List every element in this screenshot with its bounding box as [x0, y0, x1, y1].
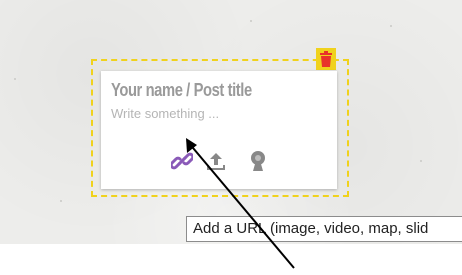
- annotation-arrow: [186, 138, 295, 269]
